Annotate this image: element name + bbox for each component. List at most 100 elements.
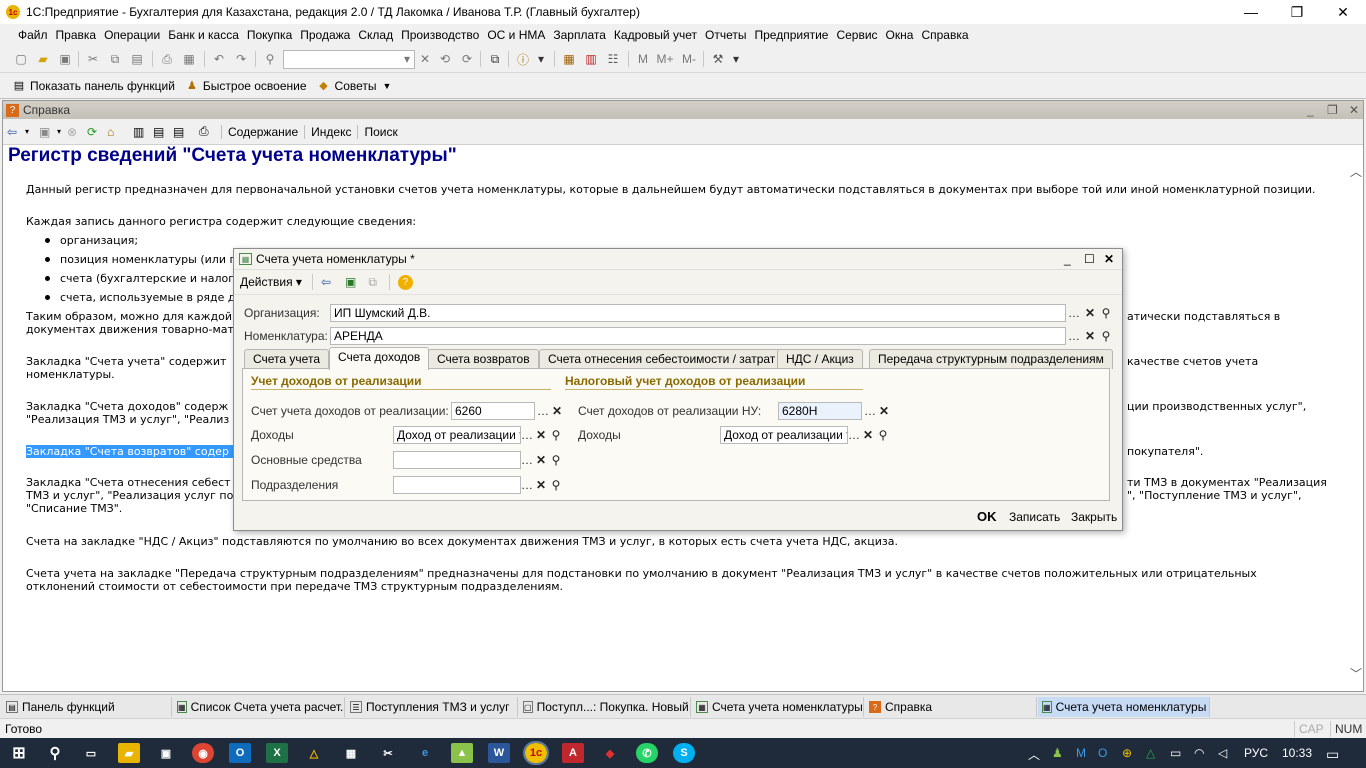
prev-page-icon[interactable]: ▤: [153, 125, 173, 139]
tab-returns[interactable]: Счета возвратов: [428, 349, 539, 369]
open-icon[interactable]: ⚲: [1098, 327, 1114, 345]
minimize-icon[interactable]: _: [1307, 103, 1314, 117]
menu-edit[interactable]: Правка: [52, 28, 101, 42]
chevron-down-icon[interactable]: ▾: [57, 127, 67, 136]
tab-income[interactable]: Счета доходов: [329, 347, 430, 370]
tray-chevron-icon[interactable]: ︿: [1028, 746, 1040, 763]
info-icon[interactable]: ⓘ: [514, 50, 532, 68]
open-icon[interactable]: ⚲: [875, 426, 891, 444]
back-icon[interactable]: ⇦: [7, 125, 25, 139]
clear-icon[interactable]: ✕: [860, 426, 876, 444]
acrobat-icon[interactable]: A: [562, 743, 584, 763]
tray-network-icon[interactable]: ◠: [1194, 746, 1204, 760]
clear-icon[interactable]: ✕: [533, 451, 549, 469]
help-scrollbar[interactable]: ︿ ﹀: [1348, 145, 1363, 691]
chrome-icon[interactable]: ◉: [192, 743, 214, 763]
close-button[interactable]: Закрыть: [1071, 510, 1117, 524]
tray-m-icon[interactable]: M: [1076, 746, 1086, 760]
chevron-down-icon[interactable]: ▾: [727, 50, 745, 68]
whatsapp-icon[interactable]: ✆: [636, 743, 658, 763]
clear-icon[interactable]: ✕: [1082, 327, 1098, 345]
menu-bank[interactable]: Банк и касса: [164, 28, 243, 42]
tray-volume-icon[interactable]: ◁: [1218, 746, 1227, 760]
app-icon[interactable]: ▲: [451, 743, 473, 763]
preview-icon[interactable]: ▦: [180, 50, 198, 68]
store-icon[interactable]: ▣: [155, 743, 177, 763]
find-prev-icon[interactable]: ⟳: [458, 50, 476, 68]
close-button[interactable]: ✕: [1320, 0, 1366, 24]
open-icon[interactable]: ⚲: [1098, 304, 1114, 322]
window-tab[interactable]: ▢ Поступл...: Покупка. Новый *: [519, 697, 691, 717]
clock[interactable]: 10:33: [1282, 746, 1312, 760]
tab-cost[interactable]: Счета отнесения себестоимости / затрат: [539, 349, 785, 369]
ie-icon[interactable]: e: [414, 743, 436, 763]
close-icon[interactable]: ✕: [1349, 103, 1359, 117]
forward-icon[interactable]: ▣: [39, 125, 57, 139]
menu-salary[interactable]: Зарплата: [549, 28, 610, 42]
home-icon[interactable]: ⌂: [107, 125, 127, 139]
find-next-icon[interactable]: ⟲: [436, 50, 454, 68]
menu-windows[interactable]: Окна: [882, 28, 918, 42]
help-icon[interactable]: ?: [397, 274, 413, 290]
income-account-field[interactable]: 6260: [451, 402, 535, 420]
excel-icon[interactable]: X: [266, 743, 288, 763]
find-icon[interactable]: ▥: [133, 125, 153, 139]
close-icon[interactable]: ✕: [1104, 252, 1114, 266]
minimize-button[interactable]: —: [1228, 0, 1274, 24]
minimize-icon[interactable]: _: [1064, 252, 1071, 266]
maximize-icon[interactable]: ☐: [1084, 252, 1095, 266]
window-tab[interactable]: ▦ Список Счета учета расчет...: [173, 697, 345, 717]
explorer-icon[interactable]: ▰: [118, 743, 140, 763]
print-icon[interactable]: ⎙: [199, 124, 221, 139]
calculator-icon[interactable]: ▦: [560, 50, 578, 68]
window-tab[interactable]: ? Справка: [865, 697, 1037, 717]
actions-menu[interactable]: Действия ▾: [240, 275, 302, 289]
snip-icon[interactable]: ✂: [377, 743, 399, 763]
menu-hr[interactable]: Кадровый учет: [610, 28, 701, 42]
clear-icon[interactable]: ✕: [416, 50, 434, 68]
search-combo[interactable]: [283, 50, 415, 69]
memory-plus-icon[interactable]: M+: [656, 50, 674, 68]
undo-icon[interactable]: ↶: [210, 50, 228, 68]
clear-icon[interactable]: ✕: [1082, 304, 1098, 322]
outlook-icon[interactable]: O: [229, 743, 251, 763]
windows-start-icon[interactable]: ⊞: [8, 743, 30, 763]
window-tab[interactable]: ☰ Поступления ТМЗ и услуг: [346, 697, 518, 717]
tray-user-icon[interactable]: ♟: [1052, 746, 1063, 760]
tab-transfer[interactable]: Передача структурным подразделениям: [869, 349, 1113, 369]
contents-link[interactable]: Содержание: [221, 124, 304, 139]
menu-production[interactable]: Производство: [397, 28, 483, 42]
menu-file[interactable]: Файл: [14, 28, 52, 42]
tax-account-field[interactable]: 6280Н: [778, 402, 862, 420]
calculator-icon[interactable]: ▦: [340, 743, 362, 763]
windows-icon[interactable]: ⧉: [486, 50, 504, 68]
restore-button[interactable]: ❐: [1274, 0, 1320, 24]
organization-field[interactable]: ИП Шумский Д.В.: [330, 304, 1066, 322]
copy-icon[interactable]: ⧉: [106, 50, 124, 68]
chevron-down-icon[interactable]: ▾: [398, 50, 416, 68]
search-link[interactable]: Поиск: [357, 124, 403, 139]
scroll-up-icon[interactable]: ︿: [1350, 163, 1362, 180]
memory-m-icon[interactable]: M: [634, 50, 652, 68]
drive-icon[interactable]: △: [303, 743, 325, 763]
tray-drive-icon[interactable]: △: [1146, 746, 1155, 760]
tools-icon[interactable]: ⚒: [709, 50, 727, 68]
scroll-down-icon[interactable]: ﹀: [1350, 665, 1362, 682]
tray-outlook-icon[interactable]: O: [1098, 746, 1107, 760]
menu-reports[interactable]: Отчеты: [701, 28, 750, 42]
anydesk-icon[interactable]: ◆: [599, 743, 621, 763]
refresh-icon[interactable]: ▣: [345, 275, 356, 289]
print-icon[interactable]: ⎙: [158, 50, 176, 68]
word-icon[interactable]: W: [488, 743, 510, 763]
menu-fixed-assets[interactable]: ОС и НМА: [483, 28, 549, 42]
chevron-down-icon[interactable]: ▾: [532, 50, 550, 68]
open-folder-icon[interactable]: ▰: [34, 50, 52, 68]
cut-icon[interactable]: ✂: [84, 50, 102, 68]
next-page-icon[interactable]: ▤: [173, 125, 195, 139]
save-button[interactable]: Записать: [1009, 510, 1060, 524]
open-icon[interactable]: ⚲: [548, 476, 564, 494]
search-icon[interactable]: ⚲: [261, 50, 279, 68]
select-icon[interactable]: …: [1066, 304, 1082, 322]
menu-purchase[interactable]: Покупка: [243, 28, 296, 42]
chevron-down-icon[interactable]: ▾: [25, 127, 35, 136]
